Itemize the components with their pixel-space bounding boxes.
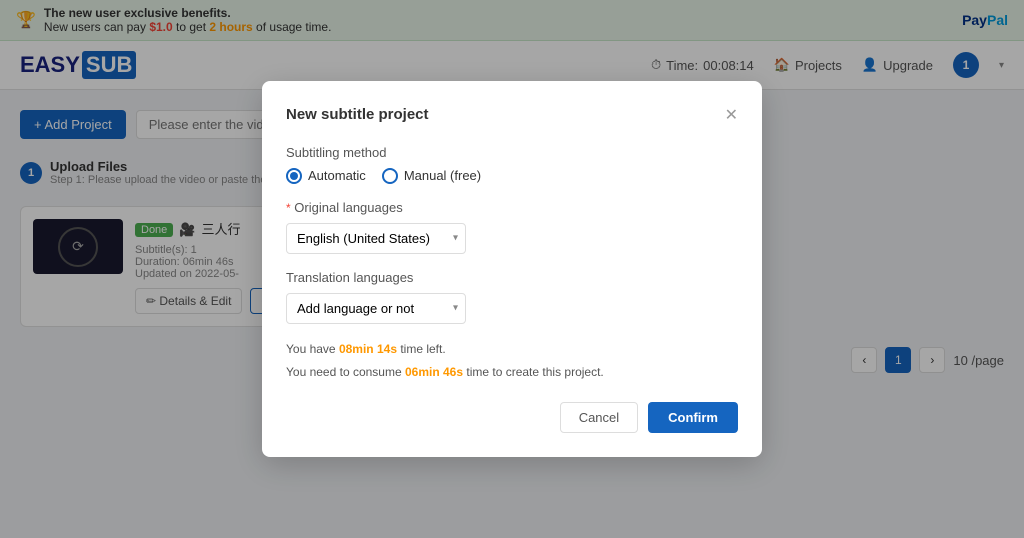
consume-value: 06min 46s	[405, 365, 463, 379]
time-left-value: 08min 14s	[339, 342, 397, 356]
modal-footer: Cancel Confirm	[286, 402, 738, 433]
subtitling-method-radio-group: Automatic Manual (free)	[286, 168, 738, 184]
info-section: You have 08min 14s time left. You need t…	[286, 340, 738, 382]
subtitling-method-label: Subtitling method	[286, 145, 738, 160]
automatic-option[interactable]: Automatic	[286, 168, 366, 184]
modal-title: New subtitle project	[286, 106, 429, 123]
modal: New subtitle project ✕ Subtitling method…	[262, 81, 762, 457]
translation-language-select-wrapper: Add language or not ▾	[286, 293, 466, 324]
manual-option[interactable]: Manual (free)	[382, 168, 481, 184]
time-left-info: You have 08min 14s time left.	[286, 340, 738, 359]
translation-languages-section: Translation languages Add language or no…	[286, 270, 738, 324]
translation-languages-label: Translation languages	[286, 270, 738, 285]
required-star: *	[286, 201, 291, 215]
modal-header: New subtitle project ✕	[286, 105, 738, 125]
modal-close-button[interactable]: ✕	[725, 105, 738, 125]
translation-language-select[interactable]: Add language or not	[286, 293, 466, 324]
confirm-button[interactable]: Confirm	[648, 402, 738, 433]
automatic-radio[interactable]	[286, 168, 302, 184]
cancel-button[interactable]: Cancel	[560, 402, 638, 433]
original-languages-section: * Original languages English (United Sta…	[286, 200, 738, 254]
modal-overlay: New subtitle project ✕ Subtitling method…	[0, 0, 1024, 538]
original-languages-label: * Original languages	[286, 200, 738, 215]
original-language-select-wrapper: English (United States) ▾	[286, 223, 466, 254]
consume-info: You need to consume 06min 46s time to cr…	[286, 363, 738, 382]
manual-radio[interactable]	[382, 168, 398, 184]
original-language-select[interactable]: English (United States)	[286, 223, 466, 254]
subtitling-method-section: Subtitling method Automatic Manual (free…	[286, 145, 738, 184]
